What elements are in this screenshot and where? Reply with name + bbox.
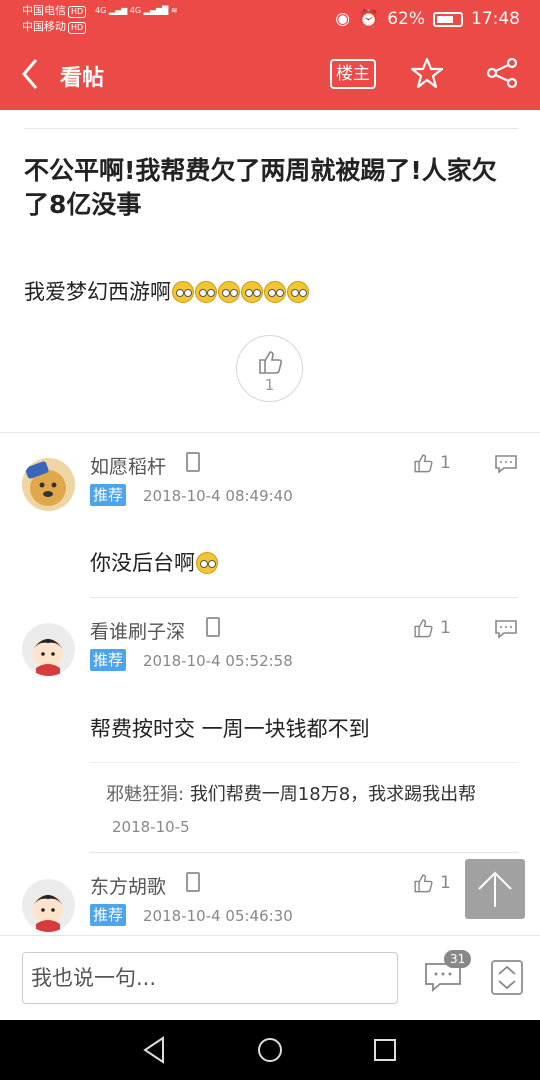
thumbs-up-icon [259,351,283,374]
cartoon-avatar-icon [33,894,63,932]
owner-only-button[interactable]: 楼主 [330,59,376,89]
comment-time: 2018-10-4 05:46:30 [143,907,293,925]
avatar[interactable] [22,458,75,511]
divider [24,128,518,129]
comment-like-button[interactable]: 1 [412,452,451,474]
sub-reply-text: 我们帮费一周18万8，我求踢我出帮 [189,784,477,805]
comment-text-content: 你没后台啊 [90,551,195,575]
chevron-up-down-icon [498,965,516,990]
recommend-badge: 推荐 [90,484,127,506]
status-bar: 中国电信 HD 中国移动 HD 4G ▂▄▆ 4G ▂▄▆█ ≋ ◉ ⏰ 62% 1… [0,0,540,40]
back-icon [143,1036,164,1064]
comment-username[interactable]: 如愿稻杆 [90,452,166,479]
network-type: 4G [95,6,107,15]
post-like-count: 1 [264,376,275,394]
emoji-icon [287,281,309,303]
comment-like-button[interactable]: 1 [412,872,451,894]
comment-input[interactable]: 我也说一句... [22,952,398,1004]
signal-icon: 4G ▂▄▆ 4G ▂▄▆█ ≋ [95,6,178,15]
bottom-bar: 我也说一句... 31 [0,935,540,1020]
emoji-icon [172,281,194,303]
mobile-icon [206,617,220,637]
comment-like-count: 1 [440,873,451,893]
system-nav-icons [143,1036,396,1064]
sub-reply-date: 2018-10-5 [112,818,190,836]
thread-content[interactable]: 不公平啊!我帮费欠了两周就被踢了!人家欠了8亿没事 我爱梦幻西游啊 1 如愿稻杆… [0,110,540,935]
comment-like-count: 1 [440,453,451,473]
carrier-1: 中国电信 [22,4,66,17]
nav-bar: 看帖 楼主 [0,40,540,110]
system-nav-bar [0,1020,540,1080]
hd-badge: HD [68,22,87,34]
carrier-info: 中国电信 HD 中国移动 HD [22,3,87,35]
carrier-2: 中国移动 [22,20,66,33]
comment-time: 2018-10-4 08:49:40 [143,487,293,505]
back-arrow-icon[interactable] [14,54,54,94]
share-icon[interactable] [485,56,519,90]
emoji-icon [218,281,240,303]
avatar[interactable] [22,623,75,676]
recommend-badge: 推荐 [90,904,127,926]
sub-reply[interactable]: 邪魅狂狷: 我们帮费一周18万8，我求踢我出帮 2018-10-5 [90,762,518,843]
doge-avatar-icon [25,461,66,506]
recommend-badge: 推荐 [90,649,127,671]
page-title: 看帖 [60,66,105,91]
arrow-up-icon [478,871,512,907]
hd-badge: HD [68,6,87,18]
thumbs-up-icon [414,454,433,473]
comment-item: 东方胡歌 推荐 2018-10-4 05:46:30 1 [0,852,540,935]
sub-reply-author[interactable]: 邪魅狂狷: [106,784,184,805]
scroll-to-top-button[interactable] [465,859,525,919]
mobile-icon [186,452,200,472]
comment-text: 你没后台啊 [90,547,218,577]
alarm-icon: ⏰ [358,9,380,29]
comment-item: 看谁刷子深 推荐 2018-10-4 05:52:58 1 帮费按时交 一周一块… [0,597,540,852]
thumbs-up-icon [414,874,433,893]
post-title: 不公平啊!我帮费欠了两周就被踢了!人家欠了8亿没事 [24,156,497,219]
reply-icon[interactable] [494,454,518,474]
jump-floor-button[interactable] [491,960,523,995]
comment-like-button[interactable]: 1 [412,617,451,639]
avatar[interactable] [22,879,75,932]
recents-icon [374,1039,396,1061]
comment-username[interactable]: 东方胡歌 [90,872,166,899]
home-icon [258,1038,282,1062]
clock: 17:48 [471,9,520,29]
battery-percent: 62% [387,9,425,29]
comment-time: 2018-10-4 05:52:58 [143,652,293,670]
eye-icon: ◉ [335,9,351,29]
comment-like-count: 1 [440,618,451,638]
comment-count-badge: 31 [444,950,472,968]
emoji-icon [264,281,286,303]
post-body: 我爱梦幻西游啊 [24,276,309,306]
emoji-icon [195,281,217,303]
comment-username[interactable]: 看谁刷子深 [90,617,185,644]
comment-item: 如愿稻杆 推荐 2018-10-4 08:49:40 1 你没后台啊 [0,432,540,597]
favorite-star-icon[interactable] [410,56,444,90]
reply-icon[interactable] [494,619,518,639]
mobile-icon [186,872,200,892]
emoji-icon [196,552,218,574]
post-like-button[interactable]: 1 [236,335,303,402]
post-body-text: 我爱梦幻西游啊 [24,280,171,304]
comment-text: 帮费按时交 一周一块钱都不到 [90,717,370,741]
cartoon-avatar-icon [33,638,63,676]
emoji-icon [241,281,263,303]
status-right: ◉ ⏰ 62% 17:48 [335,9,520,29]
thumbs-up-icon [414,619,433,638]
battery-icon [433,11,463,27]
